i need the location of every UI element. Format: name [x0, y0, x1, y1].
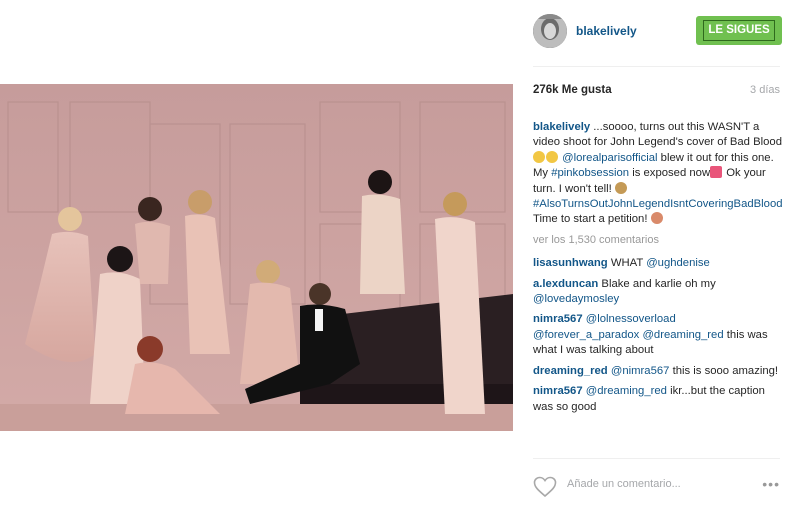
mention-link[interactable]: @ughdenise: [646, 257, 710, 269]
comment-text: WHAT: [607, 257, 647, 270]
comment: lisasunhwang WHAT @ughdenise: [533, 256, 783, 271]
mention-link[interactable]: @nimra567: [611, 365, 670, 377]
post-header: blakelively LE SIGUES: [533, 14, 783, 48]
comment-username[interactable]: a.lexduncan: [533, 278, 598, 290]
mention-link[interactable]: @dreaming_red: [642, 329, 723, 341]
comment-username[interactable]: nimra567: [533, 385, 583, 397]
comment-username[interactable]: dreaming_red: [533, 365, 608, 377]
post-side-panel: blakelively LE SIGUES 276k Me gusta 3 dí…: [533, 0, 800, 512]
following-button-label: LE SIGUES: [703, 20, 775, 41]
mention-link[interactable]: @forever_a_paradox: [533, 329, 639, 341]
heart-icon[interactable]: [533, 476, 557, 498]
mention-link[interactable]: @dreaming_red: [586, 385, 667, 397]
following-button[interactable]: LE SIGUES: [696, 16, 782, 45]
comment: nimra567 @lolnessoverload @forever_a_para…: [533, 312, 783, 358]
post-photo[interactable]: [0, 84, 513, 431]
emoji-icon: [533, 150, 545, 163]
comment-text: this is sooo amazing!: [669, 364, 779, 377]
avatar-image: [533, 14, 567, 48]
emoji-icon: [650, 212, 663, 225]
mention-link[interactable]: @lovedaymosley: [533, 293, 619, 305]
emoji-icon: [614, 181, 627, 194]
view-all-comments-link[interactable]: ver los 1,530 comentarios: [533, 233, 783, 248]
divider: [533, 458, 780, 459]
caption-username[interactable]: blakelively: [533, 121, 590, 133]
caption-text: is exposed now: [629, 167, 711, 180]
caption-text: Time to start a petition!: [533, 213, 651, 226]
comment-username[interactable]: lisasunhwang: [533, 257, 608, 269]
comment: dreaming_red @nimra567 this is sooo amaz…: [533, 364, 783, 379]
emoji-icon: [546, 150, 558, 163]
mention-link[interactable]: @lolnessoverload: [586, 313, 676, 325]
add-comment-input[interactable]: [567, 478, 727, 490]
post-time[interactable]: 3 días: [750, 84, 780, 96]
comment: a.lexduncan Blake and karlie oh my @love…: [533, 277, 783, 308]
avatar[interactable]: [533, 14, 567, 48]
heart-emoji-icon: [710, 166, 723, 179]
comment: nimra567 @dreaming_red ikr...but the cap…: [533, 384, 783, 415]
ellipsis-icon[interactable]: •••: [762, 476, 780, 492]
likes-count[interactable]: 276k Me gusta: [533, 84, 612, 96]
group-photo-image: [0, 84, 513, 431]
divider: [533, 66, 780, 67]
comment-text: Blake and karlie oh my: [598, 277, 716, 290]
comments-list: blakelively ...soooo, turns out this WAS…: [533, 120, 783, 420]
comment-footer: •••: [533, 465, 780, 505]
hashtag-link[interactable]: #pinkobsession: [551, 167, 629, 179]
comment-username[interactable]: nimra567: [533, 313, 583, 325]
mention-link[interactable]: @lorealparisofficial: [562, 152, 657, 164]
post-author-username[interactable]: blakelively: [576, 24, 637, 38]
hashtag-link[interactable]: #AlsoTurnsOutJohnLegendIsntCoveringBadBl…: [533, 198, 783, 210]
post-stats: 276k Me gusta 3 días: [533, 84, 780, 96]
post-caption: blakelively ...soooo, turns out this WAS…: [533, 120, 783, 228]
